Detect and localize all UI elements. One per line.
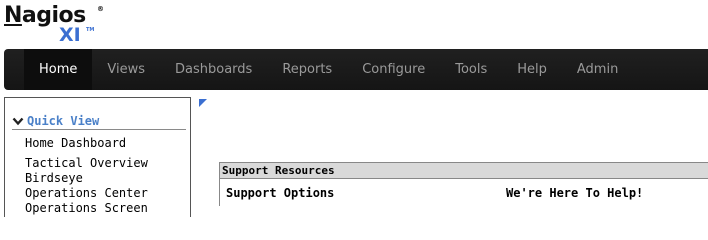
sidebar-link-operations-screen[interactable]: Operations Screen [25,201,148,215]
quick-view-title: Quick View [27,113,100,128]
sidebar-collapse-icon[interactable] [199,99,207,107]
sidebar-link-tactical-overview[interactable]: Tactical Overview [25,156,148,170]
nav-reports[interactable]: Reports [267,49,347,90]
nav-home[interactable]: Home [24,49,93,90]
logo-edition: XI [59,24,81,46]
support-options-heading: Support Options [226,186,335,200]
nav-admin[interactable]: Admin [562,49,633,90]
chevron-down-icon [12,117,24,125]
nav-views[interactable]: Views [92,49,160,90]
sidebar-link-birdseye[interactable]: Birdseye [25,171,83,185]
here-to-help-heading: We're Here To Help! [506,186,644,200]
nav-dashboards[interactable]: Dashboards [160,49,267,90]
nav-help[interactable]: Help [502,49,562,90]
nav-tools[interactable]: Tools [440,49,502,90]
nav-configure[interactable]: Configure [347,49,440,90]
main-nav-bar: Home Views Dashboards Reports Configure … [4,49,708,90]
nagios-xi-logo[interactable]: Nagios ® XI TM [4,4,114,47]
sidebar-link-operations-center[interactable]: Operations Center [25,186,148,200]
logo-registered-mark: ® [97,5,104,13]
logo-trademark: TM [86,27,95,33]
support-resources-header: Support Resources [220,163,708,179]
sidebar-link-home-dashboard[interactable]: Home Dashboard [25,136,126,150]
sidebar: Quick View Home Dashboard Tactical Overv… [4,97,191,217]
support-resources-panel: Support Resources Support Options We're … [219,162,708,206]
quick-view-section-header[interactable]: Quick View [12,112,186,130]
